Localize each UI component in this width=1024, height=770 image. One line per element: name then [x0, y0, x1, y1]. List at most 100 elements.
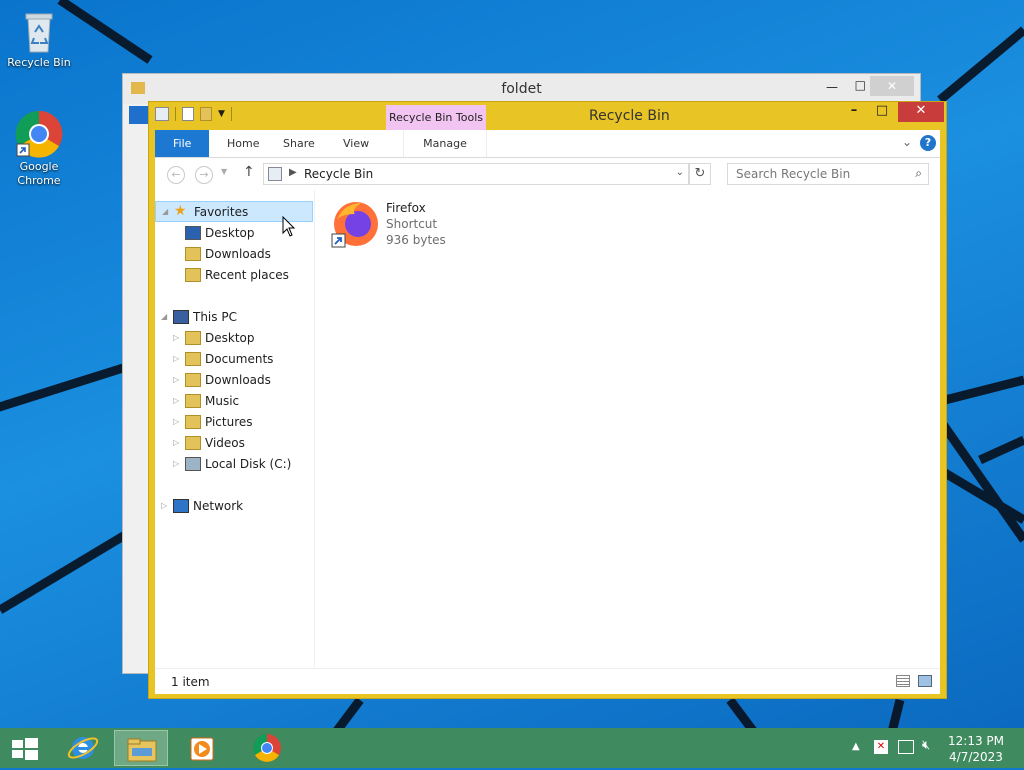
address-toolbar: ← → ▼ ↑ ▶ Recycle Bin ⌄ ↻ Search Recycle…	[155, 158, 940, 190]
downloads-folder-icon	[185, 373, 201, 387]
maximize-button[interactable]: □	[868, 102, 896, 122]
taskbar-media-player[interactable]	[176, 730, 230, 766]
desktop: Recycle Bin Google Chrome foldet — □ ✕ ▼	[0, 0, 1024, 728]
collapse-arrow-icon[interactable]: ▷	[173, 328, 179, 348]
nav-label: Pictures	[205, 415, 253, 429]
properties-icon[interactable]	[182, 107, 194, 121]
collapse-arrow-icon[interactable]: ▷	[161, 496, 167, 516]
show-hidden-icons-icon[interactable]: ▲	[852, 741, 860, 752]
tab-share[interactable]: Share	[273, 130, 325, 157]
tab-file[interactable]: File	[155, 130, 210, 157]
nav-item-music[interactable]: ▷ Music	[155, 391, 313, 412]
close-icon[interactable]: ✕	[870, 76, 914, 96]
expand-arrow-icon[interactable]: ◢	[162, 202, 168, 222]
documents-folder-icon	[185, 352, 201, 366]
recycle-bin-small-icon	[268, 167, 282, 181]
windows-logo-icon	[12, 738, 38, 760]
nav-item-documents[interactable]: ▷ Documents	[155, 349, 313, 370]
desktop-icon-google-chrome[interactable]: Google Chrome	[0, 110, 78, 188]
breadcrumb-separator-icon[interactable]: ▶	[289, 167, 297, 178]
collapse-arrow-icon[interactable]: ▷	[173, 454, 179, 474]
tab-view[interactable]: View	[333, 130, 379, 157]
system-clock[interactable]: 12:13 PM 4/7/2023	[948, 733, 1004, 765]
nav-label: Local Disk (C:)	[205, 457, 292, 471]
content-area: ◢ ★ Favorites Desktop Downloads Recent p…	[155, 190, 940, 668]
nav-item-pictures[interactable]: ▷ Pictures	[155, 412, 313, 433]
minimize-icon[interactable]: —	[826, 80, 838, 94]
firefox-icon	[331, 200, 379, 248]
computer-icon	[173, 310, 189, 324]
window-title: Recycle Bin	[589, 108, 670, 124]
desktop-icon-recycle-bin[interactable]: Recycle Bin	[0, 8, 78, 70]
desktop-icon	[185, 226, 201, 240]
taskbar-google-chrome[interactable]	[240, 730, 294, 766]
nav-label: Desktop	[205, 226, 255, 240]
collapse-arrow-icon[interactable]: ▷	[173, 370, 179, 390]
folder-icon	[131, 82, 145, 94]
minimize-button[interactable]: –	[840, 102, 868, 122]
back-button[interactable]: ←	[167, 166, 185, 184]
nav-item-pc-downloads[interactable]: ▷ Downloads	[155, 370, 313, 391]
tab-home[interactable]: Home	[217, 130, 269, 157]
recent-locations-icon[interactable]: ▼	[221, 167, 227, 176]
forward-button[interactable]: →	[195, 166, 213, 184]
breadcrumb[interactable]: Recycle Bin	[304, 167, 373, 181]
expand-arrow-icon[interactable]: ◢	[161, 307, 167, 327]
back-window-titlebar[interactable]: foldet — □ ✕	[123, 74, 920, 104]
nav-label: Network	[193, 499, 244, 513]
back-window-title: foldet	[501, 81, 542, 97]
address-bar[interactable]: ▶ Recycle Bin ⌄	[263, 163, 689, 185]
taskbar-file-explorer[interactable]	[114, 730, 168, 766]
expand-ribbon-icon[interactable]: ⌄	[902, 135, 912, 149]
nav-item-network[interactable]: ▷ Network	[155, 496, 313, 517]
maximize-icon[interactable]: □	[855, 78, 866, 92]
taskbar-internet-explorer[interactable]	[56, 730, 110, 766]
recycle-bin-icon	[21, 8, 57, 54]
star-icon: ★	[174, 203, 187, 219]
nav-label: Documents	[205, 352, 274, 366]
nav-item-local-disk[interactable]: ▷ Local Disk (C:)	[155, 454, 313, 475]
chevron-down-icon[interactable]: ▼	[218, 109, 225, 119]
music-folder-icon	[185, 394, 201, 408]
help-icon[interactable]: ?	[920, 135, 936, 151]
collapse-arrow-icon[interactable]: ▷	[173, 391, 179, 411]
details-view-icon[interactable]	[896, 675, 910, 687]
window-titlebar[interactable]: ▼ Recycle Bin Tools Recycle Bin – □ ✕	[149, 102, 946, 133]
file-size: 936 bytes	[386, 233, 446, 247]
nav-label: Recent places	[205, 268, 289, 282]
nav-item-this-pc[interactable]: ◢ This PC	[155, 307, 313, 328]
recycle-bin-small-icon	[155, 107, 169, 121]
chrome-icon	[15, 110, 63, 158]
address-dropdown-icon[interactable]: ⌄	[676, 167, 684, 178]
nav-item-recent-places[interactable]: Recent places	[155, 265, 313, 286]
collapse-arrow-icon[interactable]: ▷	[173, 412, 179, 432]
clock-time: 12:13 PM	[948, 734, 1004, 748]
file-item-firefox[interactable]: Firefox Shortcut 936 bytes	[331, 200, 531, 260]
collapse-arrow-icon[interactable]: ▷	[173, 433, 179, 453]
new-folder-icon[interactable]	[200, 107, 212, 121]
mouse-cursor-icon	[282, 216, 296, 237]
file-type: Shortcut	[386, 217, 438, 231]
file-explorer-icon	[127, 738, 157, 762]
action-center-flag-icon[interactable]: ✕	[874, 740, 888, 754]
up-button[interactable]: ↑	[243, 164, 255, 180]
clock-date: 4/7/2023	[949, 750, 1003, 764]
start-button[interactable]	[0, 730, 48, 766]
close-button[interactable]: ✕	[898, 102, 944, 122]
nav-item-videos[interactable]: ▷ Videos	[155, 433, 313, 454]
nav-item-fav-downloads[interactable]: Downloads	[155, 244, 313, 265]
taskbar: ▲ ✕ 🔇︎ 12:13 PM 4/7/2023	[0, 728, 1024, 768]
search-input[interactable]: Search Recycle Bin ⌕	[727, 163, 929, 185]
search-placeholder: Search Recycle Bin	[736, 167, 851, 181]
refresh-button[interactable]: ↻	[689, 163, 711, 185]
large-icons-view-icon[interactable]	[918, 675, 932, 687]
status-bar: 1 item	[155, 668, 940, 694]
recycle-bin-window[interactable]: ▼ Recycle Bin Tools Recycle Bin – □ ✕ Fi…	[148, 101, 947, 699]
quick-access-toolbar: ▼	[155, 107, 232, 121]
volume-muted-icon[interactable]: 🔇︎	[922, 738, 930, 753]
search-icon[interactable]: ⌕	[915, 166, 922, 181]
nav-item-pc-desktop[interactable]: ▷ Desktop	[155, 328, 313, 349]
tab-manage[interactable]: Manage	[403, 130, 487, 157]
collapse-arrow-icon[interactable]: ▷	[173, 349, 179, 369]
network-status-icon[interactable]	[898, 740, 914, 754]
